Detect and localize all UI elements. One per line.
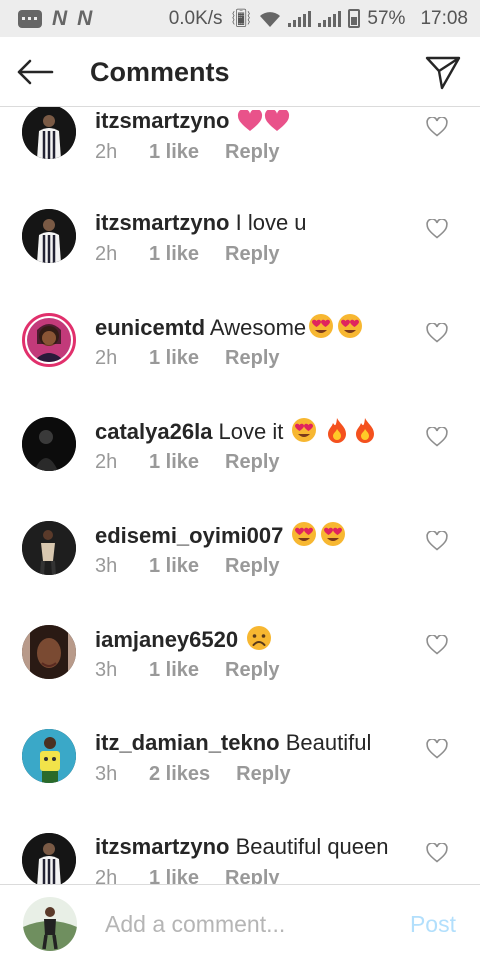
clock: 17:08 xyxy=(420,7,468,29)
reply-button[interactable]: Reply xyxy=(236,763,290,786)
comment-username[interactable]: itz_damian_tekno xyxy=(95,730,280,755)
like-heart-icon[interactable] xyxy=(426,323,448,343)
comment-item: iamjaney6520 3h 1 like Reply xyxy=(0,625,480,729)
comment-time: 3h xyxy=(95,763,118,785)
share-button[interactable] xyxy=(424,53,462,91)
comment-username[interactable]: itzsmartzyno xyxy=(95,834,229,859)
heart-emoji xyxy=(264,108,290,139)
comment-username[interactable]: iamjaney6520 xyxy=(95,627,238,652)
post-button[interactable]: Post xyxy=(410,911,456,938)
avatar[interactable] xyxy=(22,833,76,884)
fire-emoji xyxy=(326,417,348,450)
comment-username[interactable]: edisemi_oyimi007 xyxy=(95,523,283,548)
network-speed: 0.0K/s xyxy=(168,7,223,29)
comment-text xyxy=(229,108,235,133)
comment-text: Beautiful queen xyxy=(229,834,389,859)
comment-likes[interactable]: 2 likes xyxy=(149,763,210,786)
avatar[interactable] xyxy=(22,625,76,679)
battery-percent: 57% xyxy=(367,7,406,29)
comment-time: 2h xyxy=(95,347,118,369)
comment-text xyxy=(283,523,289,548)
reply-button[interactable]: Reply xyxy=(225,347,279,370)
comment-item: edisemi_oyimi007 3h 1 like Reply xyxy=(0,521,480,625)
comment-likes[interactable]: 1 like xyxy=(149,141,199,164)
comment-text: I love u xyxy=(229,210,307,235)
comment-item: itzsmartzyno Beautiful queen 2h 1 like Rep… xyxy=(0,833,480,884)
avatar[interactable] xyxy=(22,417,76,471)
comment-time: 3h xyxy=(95,555,118,577)
reply-button[interactable]: Reply xyxy=(225,243,279,266)
comment-text: Awesome xyxy=(205,315,307,340)
my-avatar xyxy=(23,897,77,951)
comment-input[interactable] xyxy=(105,907,395,941)
sad-face-emoji xyxy=(245,625,273,658)
signal-icon xyxy=(288,10,312,27)
comment-likes[interactable]: 1 like xyxy=(149,347,199,370)
like-heart-icon[interactable] xyxy=(426,739,448,759)
comment-text: Love it xyxy=(212,419,290,444)
comment-item: eunicemtd Awesome 2h 1 like Reply xyxy=(0,313,480,417)
reply-button[interactable]: Reply xyxy=(225,451,279,474)
status-bar: N N 0.0K/s 📳︎ 57% 17:08 xyxy=(0,0,480,37)
like-heart-icon[interactable] xyxy=(426,531,448,551)
heart-eyes-emoji xyxy=(290,417,318,450)
comment-composer: Post xyxy=(0,884,480,960)
avatar[interactable] xyxy=(22,729,76,783)
reply-button[interactable]: Reply xyxy=(225,555,279,578)
comment-likes[interactable]: 1 like xyxy=(149,555,199,578)
avatar[interactable] xyxy=(22,209,76,263)
page-title: Comments xyxy=(90,57,230,87)
vibrate-icon: 📳︎ xyxy=(229,8,253,28)
heart-eyes-emoji xyxy=(336,313,364,346)
fire-emoji xyxy=(354,417,376,450)
like-heart-icon[interactable] xyxy=(426,219,448,239)
comment-list[interactable]: itzsmartzyno 2h 1 like Reply itzsmartzyno … xyxy=(0,107,480,884)
comment-item: itz_damian_tekno Beautiful 3h 2 likes Repl… xyxy=(0,729,480,833)
comments-header: Comments xyxy=(0,37,480,107)
comment-time: 3h xyxy=(95,659,118,681)
comment-username[interactable]: itzsmartzyno xyxy=(95,108,229,133)
reply-button[interactable]: Reply xyxy=(225,141,279,164)
like-heart-icon[interactable] xyxy=(426,117,448,137)
comment-username[interactable]: catalya26la xyxy=(95,419,212,444)
signal-icon xyxy=(318,10,342,27)
comment-item: itzsmartzyno I love u 2h 1 like Reply xyxy=(0,209,480,313)
back-button[interactable] xyxy=(16,55,56,89)
comment-time: 2h xyxy=(95,243,118,265)
avatar[interactable] xyxy=(22,107,76,159)
arrow-left-icon xyxy=(17,59,54,85)
heart-eyes-emoji xyxy=(290,521,318,554)
comment-likes[interactable]: 1 like xyxy=(149,243,199,266)
message-notification-icon xyxy=(18,9,42,28)
comment-username[interactable]: itzsmartzyno xyxy=(95,210,229,235)
comment-likes[interactable]: 1 like xyxy=(149,451,199,474)
battery-icon xyxy=(348,9,361,28)
heart-emoji xyxy=(237,108,263,139)
comment-username[interactable]: eunicemtd xyxy=(95,315,205,340)
avatar[interactable] xyxy=(22,313,76,367)
avatar[interactable] xyxy=(22,521,76,575)
like-heart-icon[interactable] xyxy=(426,427,448,447)
comment-time: 2h xyxy=(95,141,118,163)
wifi-icon xyxy=(260,11,281,27)
reply-button[interactable]: Reply xyxy=(225,659,279,682)
comment-text xyxy=(238,627,244,652)
comment-time: 2h xyxy=(95,867,118,884)
like-heart-icon[interactable] xyxy=(426,843,448,863)
carrier-mark: N xyxy=(77,6,93,30)
comment-item: itzsmartzyno 2h 1 like Reply xyxy=(0,107,480,209)
comment-text: Beautiful xyxy=(279,730,372,755)
comment-time: 2h xyxy=(95,451,118,473)
like-heart-icon[interactable] xyxy=(426,635,448,655)
reply-button[interactable]: Reply xyxy=(225,867,279,884)
carrier-mark: N xyxy=(52,6,68,30)
comment-likes[interactable]: 1 like xyxy=(149,867,199,884)
paper-plane-icon xyxy=(425,56,461,90)
heart-eyes-emoji xyxy=(307,313,335,346)
heart-eyes-emoji xyxy=(319,521,347,554)
comment-item: catalya26la Love it 2h 1 like Reply xyxy=(0,417,480,521)
comment-likes[interactable]: 1 like xyxy=(149,659,199,682)
